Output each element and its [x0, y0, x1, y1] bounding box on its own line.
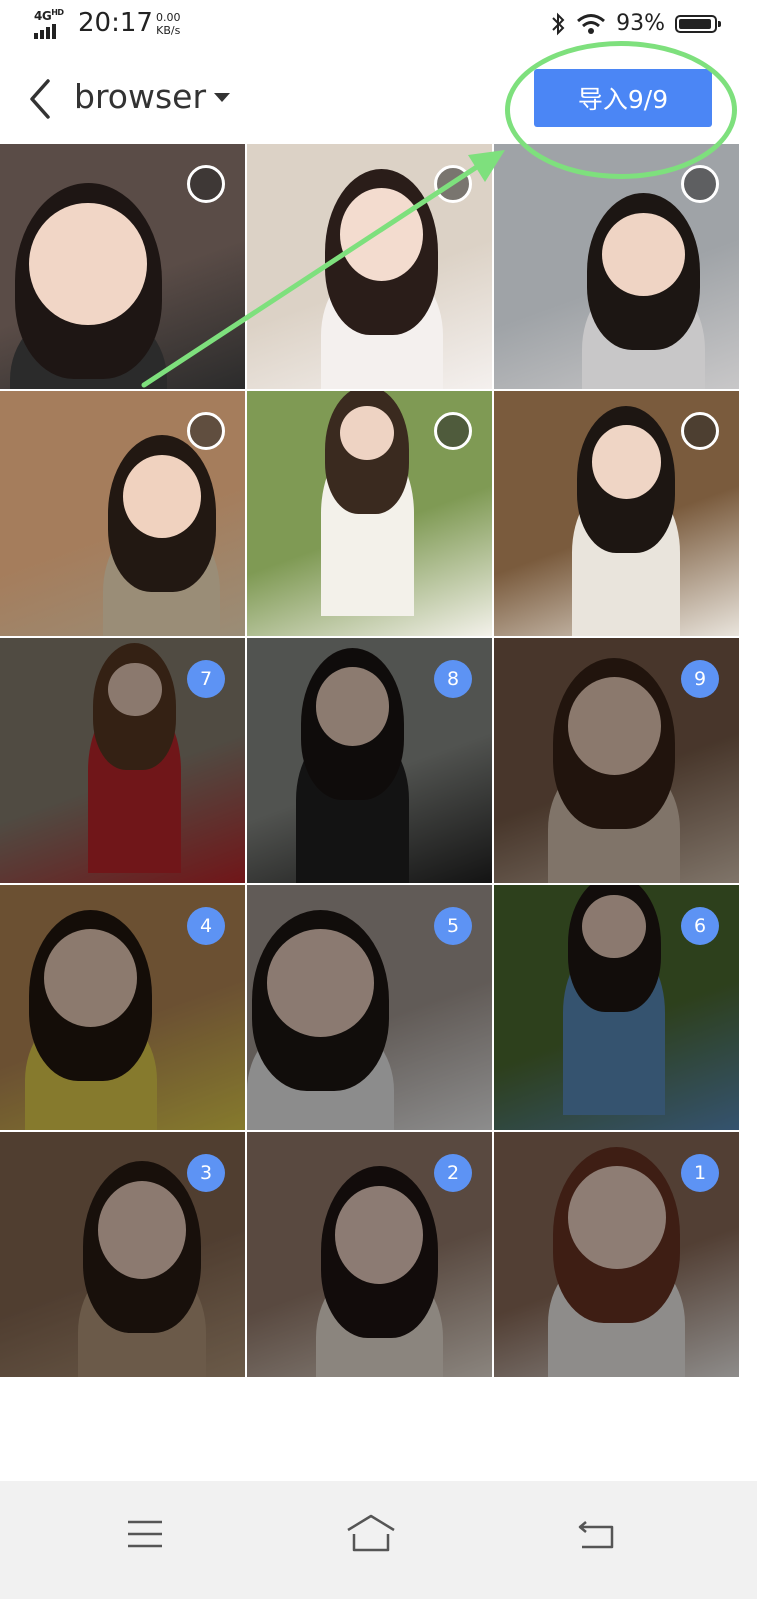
- photo-thumbnail[interactable]: 8: [247, 638, 492, 883]
- select-checkbox[interactable]: [187, 412, 225, 450]
- network-hd: HD: [51, 8, 64, 17]
- selection-order-badge[interactable]: 5: [434, 907, 472, 945]
- photo-thumbnail[interactable]: 1: [494, 1132, 739, 1377]
- photo-thumbnail[interactable]: 2: [247, 1132, 492, 1377]
- battery-percent: 93%: [616, 11, 665, 36]
- battery-icon: [675, 14, 721, 33]
- speed-unit: KB/s: [156, 24, 181, 37]
- selection-order-badge[interactable]: 4: [187, 907, 225, 945]
- top-bar: browser 导入9/9: [0, 55, 757, 143]
- selection-order-badge[interactable]: 7: [187, 660, 225, 698]
- select-checkbox[interactable]: [434, 412, 472, 450]
- home-icon: [347, 1514, 395, 1552]
- photo-thumbnail[interactable]: [247, 391, 492, 636]
- import-button[interactable]: 导入9/9: [534, 69, 712, 127]
- photo-thumbnail[interactable]: [494, 144, 739, 389]
- photo-thumbnail[interactable]: [0, 144, 245, 389]
- photo-thumbnail[interactable]: [247, 144, 492, 389]
- chevron-left-icon: [30, 79, 50, 119]
- select-checkbox[interactable]: [434, 165, 472, 203]
- select-checkbox[interactable]: [187, 165, 225, 203]
- photo-thumbnail[interactable]: 9: [494, 638, 739, 883]
- select-checkbox[interactable]: [681, 165, 719, 203]
- album-selector[interactable]: browser: [74, 77, 231, 116]
- home-button[interactable]: [341, 1505, 401, 1565]
- photo-thumbnail[interactable]: 5: [247, 885, 492, 1130]
- network-speed: 0.00 KB/s: [156, 11, 181, 37]
- select-checkbox[interactable]: [681, 412, 719, 450]
- photo-thumbnail[interactable]: 4: [0, 885, 245, 1130]
- menu-button[interactable]: [115, 1505, 175, 1565]
- menu-icon: [128, 1520, 162, 1548]
- back-button[interactable]: [22, 75, 62, 123]
- selection-order-badge[interactable]: 2: [434, 1154, 472, 1192]
- selection-order-badge[interactable]: 9: [681, 660, 719, 698]
- photo-thumbnail[interactable]: 6: [494, 885, 739, 1130]
- caret-down-icon: [214, 93, 231, 102]
- network-type: 4G: [34, 9, 52, 23]
- selection-order-badge[interactable]: 8: [434, 660, 472, 698]
- signal-indicator: 4GHD: [34, 8, 70, 39]
- back-icon: [578, 1521, 614, 1549]
- album-name: browser: [74, 77, 207, 116]
- selection-order-badge[interactable]: 6: [681, 907, 719, 945]
- signal-bars-icon: [34, 24, 56, 39]
- photo-thumbnail[interactable]: [0, 391, 245, 636]
- clock: 20:17: [78, 8, 153, 38]
- photo-thumbnail[interactable]: 7: [0, 638, 245, 883]
- status-bar: 4GHD 20:17 0.00 KB/s 93%: [0, 0, 757, 52]
- photo-grid: 7 8 9 4 5 6 3 2 1: [0, 144, 742, 1377]
- photo-thumbnail[interactable]: 3: [0, 1132, 245, 1377]
- system-back-button[interactable]: [568, 1505, 628, 1565]
- selection-order-badge[interactable]: 3: [187, 1154, 225, 1192]
- speed-value: 0.00: [156, 11, 181, 24]
- photo-thumbnail[interactable]: [494, 391, 739, 636]
- system-nav-bar: [0, 1481, 757, 1599]
- bluetooth-icon: [552, 12, 565, 35]
- selection-order-badge[interactable]: 1: [681, 1154, 719, 1192]
- wifi-icon: [577, 13, 606, 34]
